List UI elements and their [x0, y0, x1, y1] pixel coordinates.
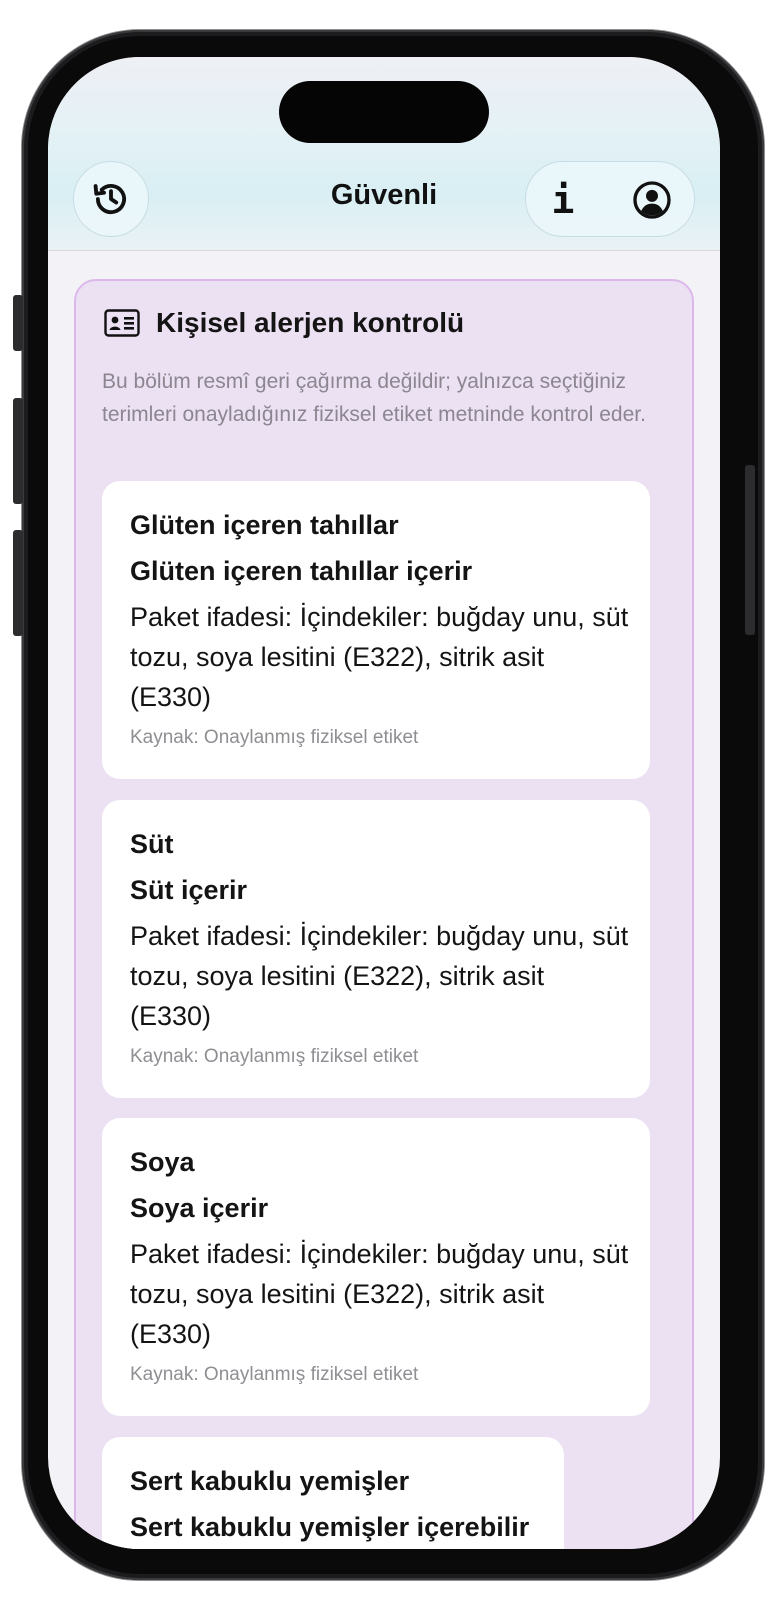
- allergen-card: Sert kabuklu yemişler Sert kabuklu yemiş…: [102, 1437, 564, 1549]
- id-card-icon: [104, 309, 140, 337]
- info-icon: i: [551, 178, 575, 222]
- allergen-card: Süt Süt içerir Paket ifadesi: İçindekile…: [102, 800, 650, 1098]
- allergen-name: Soya: [130, 1147, 195, 1177]
- source-label: Kaynak: Onaylanmış fiziksel etiket: [130, 727, 419, 748]
- navigation-bar: Güvenli i: [48, 57, 720, 251]
- allergen-status: Glüten içeren tahıllar içerir: [130, 556, 473, 586]
- panel-title: Kişisel alerjen kontrolü: [156, 307, 465, 338]
- panel-description: Bu bölüm resmî geri çağırma değildir; ya…: [102, 370, 646, 426]
- source-label: Kaynak: Onaylanmış fiziksel etiket: [130, 1046, 419, 1067]
- allergen-status: Sert kabuklu yemişler içerebilir: [130, 1512, 530, 1542]
- profile-icon: [633, 181, 671, 219]
- source-label: Kaynak: Onaylanmış fiziksel etiket: [130, 1364, 419, 1385]
- allergen-check-panel: Kişisel alerjen kontrolü Bu bölüm resmî …: [74, 279, 694, 1549]
- action-button: [13, 295, 23, 351]
- profile-button[interactable]: [630, 178, 674, 222]
- dynamic-island: [279, 81, 489, 143]
- info-button[interactable]: i: [540, 166, 586, 234]
- header-actions: i: [525, 161, 695, 237]
- allergen-name: Süt: [130, 829, 174, 859]
- screen: Güvenli i Kişisel alerjen kontrolü Bu bö…: [48, 57, 720, 1549]
- package-text: Paket ifadesi: İçindekiler: buğday unu, …: [130, 602, 629, 712]
- allergen-name: Sert kabuklu yemişler: [130, 1466, 410, 1496]
- volume-up-button: [13, 398, 23, 504]
- volume-down-button: [13, 530, 23, 636]
- package-text: Paket ifadesi: İçindekiler: buğday unu, …: [130, 1239, 629, 1349]
- allergen-card: Soya Soya içerir Paket ifadesi: İçindeki…: [102, 1118, 650, 1416]
- panel-header: Kişisel alerjen kontrolü: [104, 307, 464, 339]
- package-text: Paket ifadesi: İçindekiler: buğday unu, …: [130, 921, 629, 1031]
- allergen-status: Süt içerir: [130, 875, 248, 905]
- allergen-status: Soya içerir: [130, 1193, 269, 1223]
- allergen-name: Glüten içeren tahıllar: [130, 510, 399, 540]
- allergen-card: Glüten içeren tahıllar Glüten içeren tah…: [102, 481, 650, 779]
- power-button: [745, 465, 755, 635]
